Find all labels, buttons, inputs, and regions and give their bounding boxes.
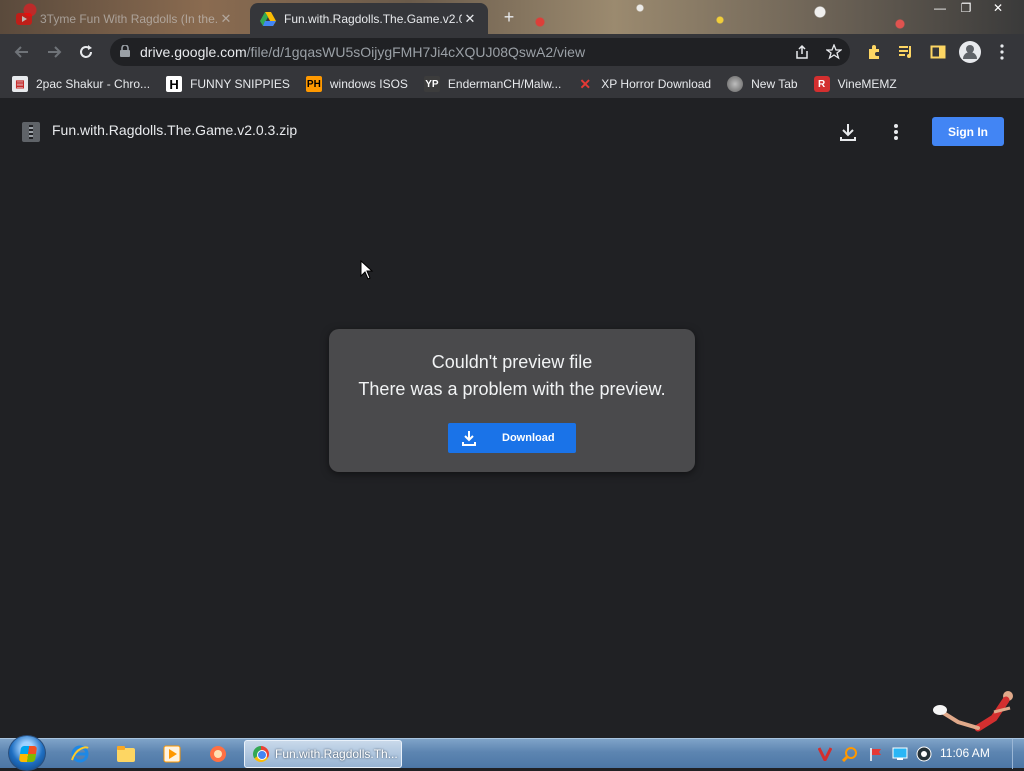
x-icon: ✕ [579,75,592,92]
globe-icon [727,76,744,92]
bookmark-label: New Tab [751,77,798,91]
reload-icon[interactable] [70,36,102,68]
bookmark-label: VineMEMZ [837,77,897,91]
google-drive-icon [260,11,276,27]
taskbar-chrome-window[interactable]: Fun.with.Ragdolls.Th... [244,740,402,768]
preview-error-dialog: Couldn't preview file There was a proble… [329,329,695,472]
tab-youtube[interactable]: 3Tyme Fun With Ragdolls (In the... ✕ [6,3,244,34]
extensions-icon[interactable] [858,38,890,66]
side-panel-icon[interactable] [922,38,954,66]
bookmark-icon: ▤ [12,76,28,92]
start-button[interactable] [8,735,46,771]
r-icon: R [813,76,830,92]
taskbar-clock[interactable]: 11:06 AM [940,746,990,760]
volume-tray-icon[interactable] [914,743,934,765]
bookmark-star-icon[interactable] [818,38,850,66]
error-message: There was a problem with the preview. [358,379,666,399]
viewer-header: Fun.with.Ragdolls.The.Game.v2.0.3.zip Si… [0,98,1024,164]
action-center-flag-icon[interactable] [866,743,886,765]
h-icon: H [166,76,183,92]
share-icon[interactable] [786,38,818,66]
more-options-icon[interactable] [884,120,908,144]
zip-file-icon [22,122,40,142]
show-desktop-button[interactable] [1012,739,1024,769]
internet-explorer-icon[interactable] [68,742,92,766]
drive-viewer: Fun.with.Ragdolls.The.Game.v2.0.3.zip Si… [0,98,1024,738]
download-icon[interactable] [836,120,860,144]
lock-icon[interactable] [120,44,130,60]
back-icon[interactable] [6,36,38,68]
network-tray-icon[interactable] [890,743,910,765]
restore-icon[interactable]: ❐ [952,0,980,16]
tab-strip: 3Tyme Fun With Ragdolls (In the... ✕ Fun… [0,0,1024,34]
new-tab-button[interactable]: + [498,6,520,28]
bookmark-windows-isos[interactable]: PH windows ISOS [305,76,408,92]
tab-title: 3Tyme Fun With Ragdolls (In the... [40,11,218,26]
sign-in-button[interactable]: Sign In [932,117,1004,146]
bookmark-xp-horror[interactable]: ✕ XP Horror Download [577,76,711,92]
media-player-icon[interactable] [160,742,184,766]
bookmark-label: EndermanCH/Malw... [447,77,562,91]
media-control-icon[interactable] [890,38,922,66]
close-icon[interactable]: ✕ [462,11,478,27]
file-name: Fun.with.Ragdolls.The.Game.v2.0.3.zip [52,122,298,138]
url-path: /file/d/1gqasWU5sOijygFMH7Ji4cXQUJ08QswA… [246,44,586,60]
url-host: drive.google.com [140,44,247,60]
forward-icon[interactable] [38,36,70,68]
youtube-icon [16,11,32,27]
bookmark-label: XP Horror Download [601,77,712,91]
mouse-cursor-icon [360,259,374,280]
bookmark-endermanch[interactable]: YP EndermanCH/Malw... [423,76,562,92]
antivirus-tray-icon[interactable] [816,743,834,765]
download-icon [460,429,478,447]
error-title: Couldn't preview file [431,352,593,372]
bookmark-vinememz[interactable]: R VineMEMZ [813,76,897,92]
address-bar[interactable]: drive.google.com/file/d/1gqasWU5sOijygFM… [110,38,850,66]
chrome-icon [253,746,269,762]
profile-icon[interactable] [954,38,986,66]
bookmarks-bar: ▤ 2pac Shakur - Chro... H FUNNY SNIPPIES… [0,70,1024,98]
bookmark-2pac[interactable]: ▤ 2pac Shakur - Chro... [12,76,150,92]
download-button[interactable]: Download [448,423,576,453]
ph-icon: PH [305,76,322,92]
browser-toolbar: drive.google.com/file/d/1gqasWU5sOijygFM… [0,34,1024,70]
yp-icon: YP [423,76,440,92]
tab-google-drive[interactable]: Fun.with.Ragdolls.The.Game.v2.0 ✕ [250,3,488,34]
tab-title: Fun.with.Ragdolls.The.Game.v2.0 [284,11,462,26]
bookmark-label: windows ISOS [329,77,408,91]
search-tray-icon[interactable] [840,743,860,765]
bookmark-new-tab[interactable]: New Tab [727,76,798,92]
bookmark-label: FUNNY SNIPPIES [190,77,290,91]
file-explorer-icon[interactable] [114,742,138,766]
window-close-icon[interactable]: ✕ [984,0,1012,16]
bookmark-funny-snippies[interactable]: H FUNNY SNIPPIES [166,76,290,92]
chrome-menu-icon[interactable] [986,38,1018,66]
download-label: Download [502,432,555,444]
app-shortcut-icon[interactable] [206,742,230,766]
minimize-icon[interactable]: — [926,0,954,16]
task-label: Fun.with.Ragdolls.Th... [275,747,398,761]
close-icon[interactable]: ✕ [218,11,234,27]
desktop-ragdoll-character [928,688,1018,738]
windows-taskbar: Fun.with.Ragdolls.Th... 11:06 AM [0,735,1024,771]
bookmark-label: 2pac Shakur - Chro... [36,77,151,91]
